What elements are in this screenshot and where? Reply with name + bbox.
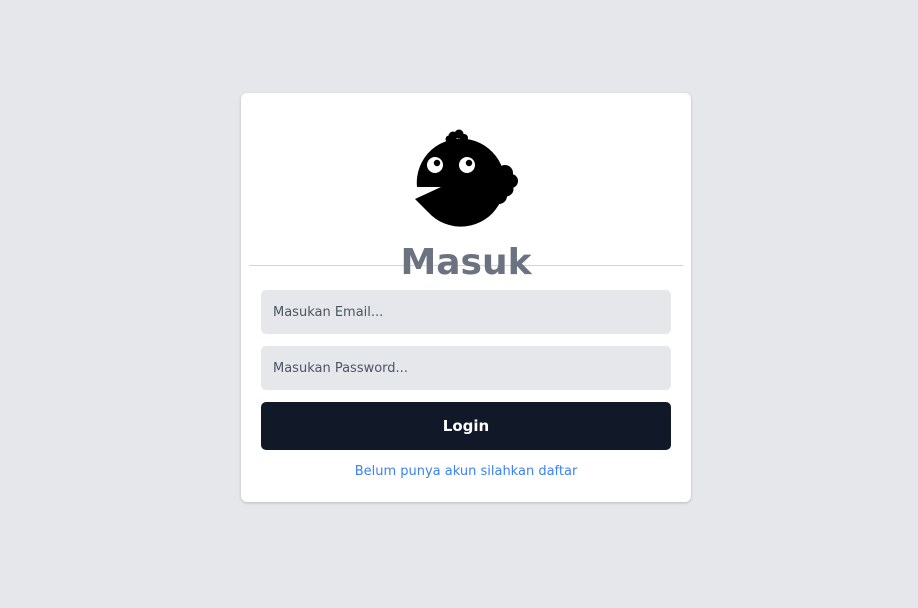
page-title: Masuk (241, 241, 691, 285)
bird-logo-icon (415, 129, 518, 227)
password-input[interactable] (261, 346, 671, 390)
page-title-text: Masuk (400, 242, 532, 283)
login-button[interactable]: Login (261, 402, 671, 450)
register-link[interactable]: Belum punya akun silahkan daftar (241, 464, 691, 479)
login-card: Masuk Login Belum punya akun silahkan da… (241, 93, 691, 502)
email-input[interactable] (261, 290, 671, 334)
